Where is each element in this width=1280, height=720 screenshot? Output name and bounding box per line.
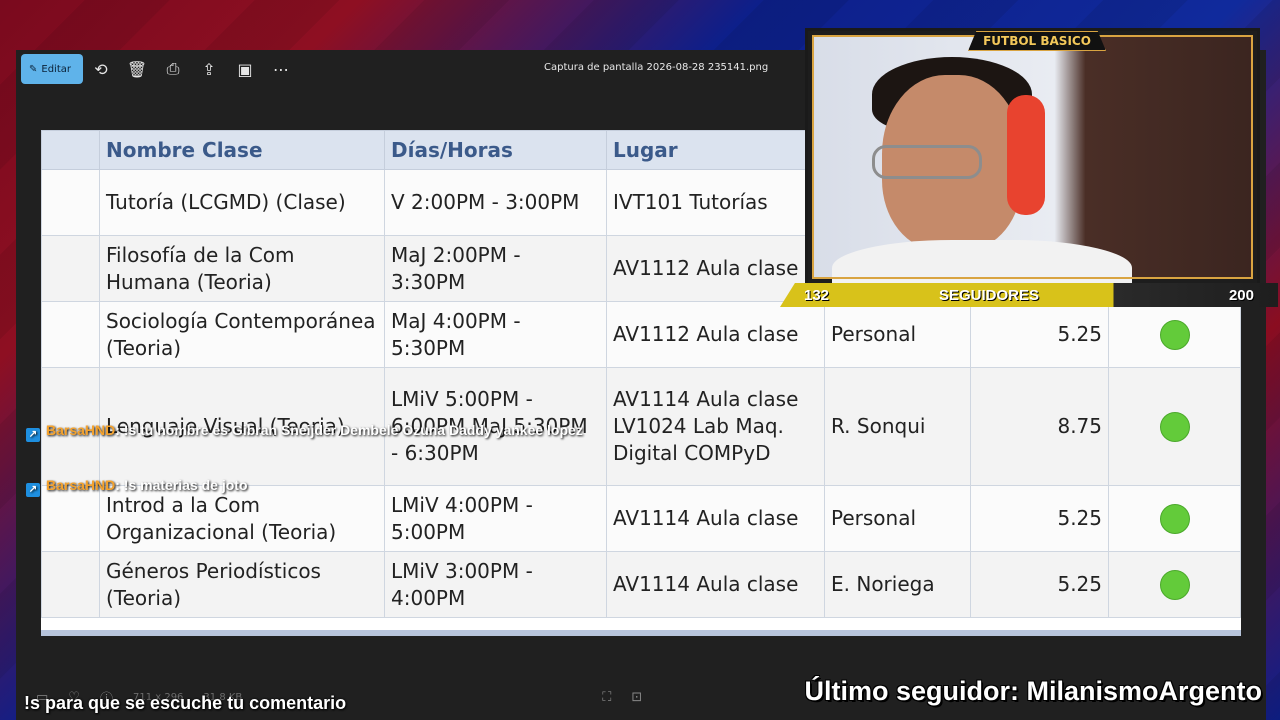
row-index-cell — [41, 235, 100, 302]
row-index-cell — [41, 551, 100, 618]
status-dot-icon — [1159, 411, 1190, 442]
edit-icon: ✎ — [29, 63, 38, 75]
cell-uv: 5.25 — [970, 551, 1109, 618]
cell-uv: 5.25 — [970, 301, 1109, 368]
chat-text: : !s materias de joto — [115, 477, 248, 493]
last-follower: Último seguidor: MilanismoArgento — [804, 676, 1262, 706]
cell-uv: 5.25 — [970, 485, 1109, 552]
header-nombre-clase: Nombre Clase — [99, 130, 385, 170]
row-index-cell — [41, 169, 100, 236]
cell-lugar: AV1112 Aula clase — [606, 301, 825, 368]
chat-user: BarsaHND — [46, 422, 116, 438]
chat-text: : !s tu nombre es Gibran Sneijder Dembel… — [115, 422, 583, 438]
row-index-cell — [41, 301, 100, 368]
cell-dias-horas: LMiV 4:00PM - 5:00PM — [384, 485, 607, 552]
status-dot-icon — [1159, 569, 1190, 600]
more-icon: ⋯ — [273, 59, 289, 79]
print-icon: ⎙ — [166, 59, 180, 78]
table-row: Sociología Contemporánea (Teoria) MaJ 4:0… — [41, 301, 1241, 368]
chat-user: BarsaHND — [46, 477, 116, 493]
status-dot-icon — [1159, 503, 1190, 534]
fit-icon[interactable]: ⛶ — [602, 690, 611, 705]
cell-nombre-clase: Tutoría (LCGMD) (Clase) — [99, 169, 385, 236]
share-button[interactable]: ⇪ — [191, 54, 227, 84]
chat-command-hint: !s para que se escuche tu comentario — [24, 693, 347, 713]
cell-status — [1108, 367, 1241, 486]
header-cell — [41, 130, 100, 170]
cell-dias-horas: LMiV 3:00PM - 4:00PM — [384, 551, 607, 618]
status-dot-icon — [1159, 319, 1190, 350]
webcam-title: FUTBOL BASICO — [968, 31, 1106, 51]
cell-docente: Personal — [824, 485, 971, 552]
file-name: Captura de pantalla 2026-08-28 235141.pn… — [544, 62, 769, 73]
rotate-icon: ⟲ — [94, 59, 108, 79]
cell-docente: E. Noriega — [824, 551, 971, 618]
cell-nombre-clase: Géneros Periodísticos (Teoria) — [99, 551, 385, 618]
cell-dias-horas: MaJ 2:00PM - 3:30PM — [384, 235, 607, 302]
chat-message: ↗ BarsaHND: !s tu nombre es Gibran Sneijd… — [26, 422, 616, 442]
chat-badge-icon: ↗ — [26, 483, 40, 497]
chat-message: ↗ BarsaHND: !s materias de joto — [26, 477, 248, 497]
slideshow-icon: ▣ — [237, 59, 253, 79]
cell-docente: R. Sonqui — [824, 367, 971, 486]
cell-dias-horas: V 2:00PM - 3:00PM — [384, 169, 607, 236]
cell-lugar: AV1114 Aula clase — [606, 485, 825, 552]
cell-nombre-clase: Sociología Contemporánea (Teoria) — [99, 301, 385, 368]
webcam-frame: FUTBOL BASICO — [805, 28, 1260, 286]
cell-docente: Personal — [824, 301, 971, 368]
followers-current: 132 — [804, 286, 830, 304]
cell-uv: 8.75 — [970, 367, 1109, 486]
rotate-button[interactable]: ⟲ — [83, 54, 119, 84]
cell-lugar: AV1114 Aula clase LV1024 Lab Maq. Digita… — [606, 367, 825, 486]
cell-status — [1108, 301, 1241, 368]
print-button[interactable]: ⎙ — [155, 54, 191, 84]
cell-status — [1108, 551, 1241, 618]
cell-lugar: AV1114 Aula clase — [606, 551, 825, 618]
follower-goal-bar: 132 SEGUIDORES 200 — [780, 283, 1278, 307]
delete-icon: 🗑 — [126, 59, 148, 79]
table-row: Géneros Periodísticos (Teoria) LMiV 3:00P… — [41, 551, 1241, 618]
header-lugar: Lugar — [606, 130, 825, 170]
webcam-border — [812, 35, 1253, 279]
cell-nombre-clase: Filosofía de la Com Humana (Teoria) — [99, 235, 385, 302]
header-dias-horas: Días/Horas — [384, 130, 607, 170]
delete-button[interactable]: 🗑 — [119, 54, 155, 84]
zoom-icon[interactable]: ⊡ — [631, 690, 642, 705]
followers-label: SEGUIDORES — [938, 286, 1040, 304]
followers-goal: 200 — [1228, 286, 1254, 304]
slideshow-button[interactable]: ▣ — [227, 54, 263, 84]
cell-dias-horas: MaJ 4:00PM - 5:30PM — [384, 301, 607, 368]
chat-badge-icon: ↗ — [26, 428, 40, 442]
edit-button[interactable]: ✎ Editar — [21, 54, 83, 84]
cell-status — [1108, 485, 1241, 552]
share-icon: ⇪ — [202, 59, 216, 79]
table-bottom-border — [41, 630, 1241, 636]
more-button[interactable]: ⋯ — [263, 54, 299, 84]
cell-lugar: IVT101 Tutorías — [606, 169, 825, 236]
edit-label: Editar — [41, 63, 71, 75]
